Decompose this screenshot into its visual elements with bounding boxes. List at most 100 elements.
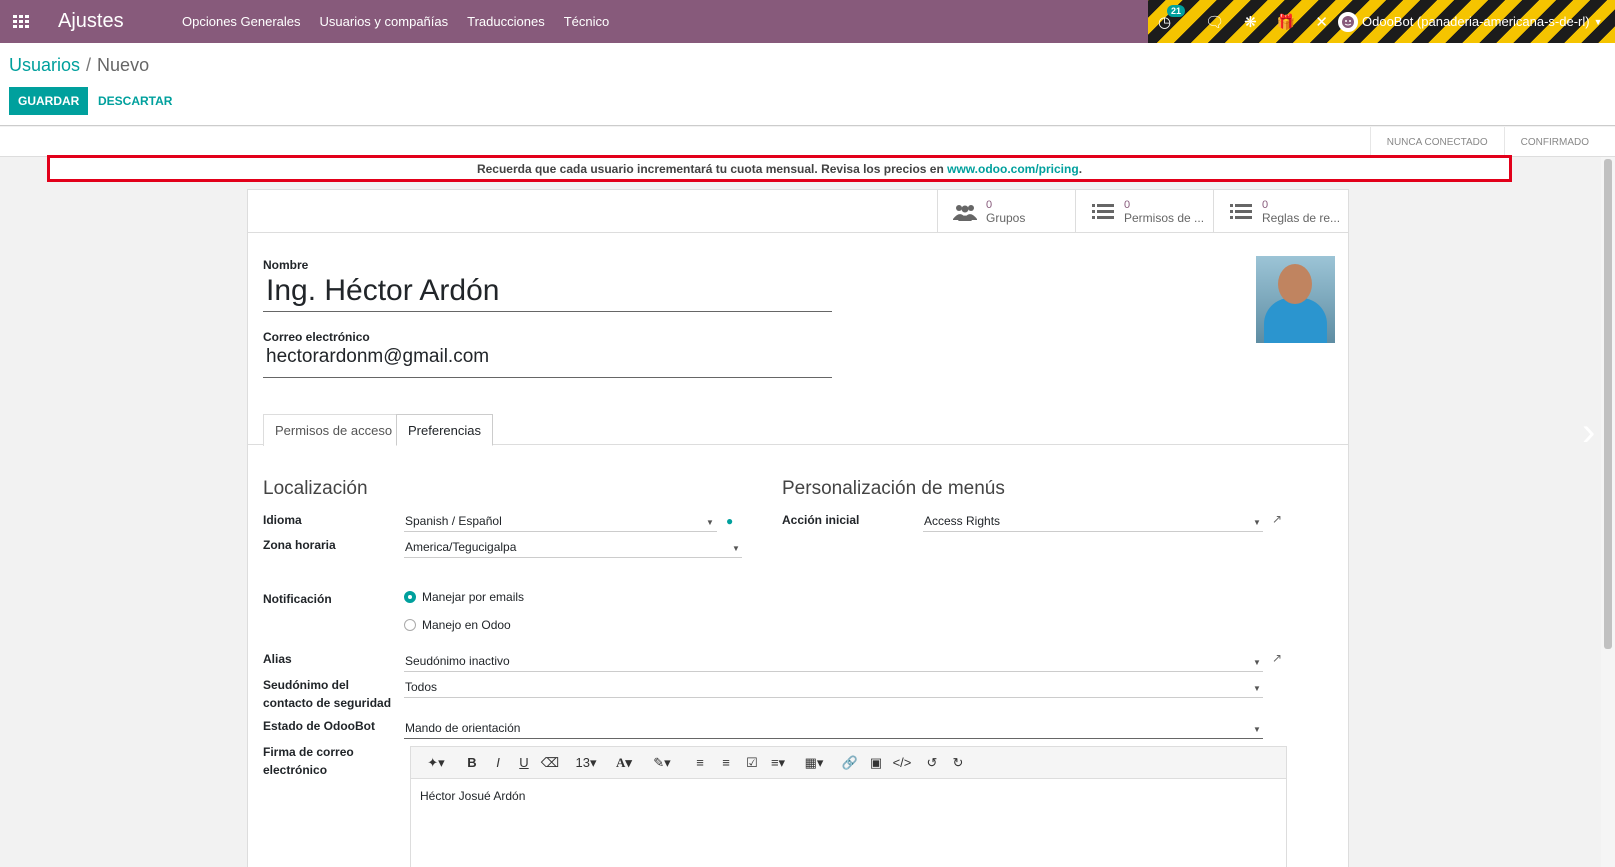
eraser-icon[interactable]: ⌫ (537, 747, 563, 779)
list-icon (1228, 202, 1254, 222)
link-icon[interactable]: 🔗 (837, 747, 863, 779)
systray: ◷ 21 🗨 ❋ 🎁 ✕ (1148, 4, 1338, 31)
groups-label: Grupos (986, 210, 1026, 225)
name-label: Nombre (263, 258, 309, 272)
underline-icon[interactable]: U (511, 747, 537, 779)
magic-wand-icon[interactable]: ✦▾ (423, 747, 449, 779)
radio-checked-icon (404, 591, 416, 603)
menu-traducciones[interactable]: Traducciones (467, 14, 545, 29)
breadcrumb: Usuarios / Nuevo (9, 55, 149, 76)
alias-label: Alias (263, 652, 292, 666)
access-rights-count: 0 (1124, 198, 1131, 211)
notif-email-radio[interactable]: Manejar por emails (404, 590, 524, 604)
localization-title: Localización (263, 478, 368, 499)
groups-count: 0 (986, 198, 993, 211)
page-scrollbar[interactable] (1601, 157, 1615, 867)
alert-text: Recuerda que cada usuario incrementará t… (476, 162, 948, 176)
tab-permisos-acceso[interactable]: Permisos de acceso (263, 414, 405, 446)
app-brand[interactable]: Ajustes (58, 10, 182, 33)
control-panel: Usuarios / Nuevo GUARDAR DESCARTAR (0, 43, 1615, 126)
name-input[interactable]: Ing. Héctor Ardón (263, 274, 832, 312)
tab-preferencias[interactable]: Preferencias (396, 414, 493, 446)
access-rights-label: Permisos de ... (1124, 210, 1205, 225)
odoobot-state-select[interactable]: Mando de orientación (404, 719, 1263, 739)
user-menu[interactable]: OdooBot (panaderia-americana-s-de-rl) ▼ (1338, 11, 1603, 32)
idioma-select[interactable]: Spanish / Español (404, 512, 717, 532)
odoobot-state-label: Estado de OdooBot (263, 719, 375, 733)
table-icon[interactable]: ▦▾ (801, 747, 827, 779)
status-never-connected[interactable]: NUNCA CONECTADO (1369, 127, 1504, 157)
access-rights-stat-button[interactable]: 0 Permisos de ... (1075, 190, 1213, 233)
checklist-icon[interactable]: ☑ (739, 747, 765, 779)
font-size-select[interactable]: 13 ▾ (573, 747, 599, 779)
seudonimo-select[interactable]: Todos (404, 678, 1263, 698)
signature-content[interactable]: Héctor Josué Ardón (411, 779, 1286, 813)
email-label: Correo electrónico (263, 330, 370, 344)
chevron-down-icon: ▼ (706, 518, 714, 527)
chevron-down-icon: ▼ (1253, 684, 1261, 693)
chevron-right-icon[interactable]: › (1582, 410, 1595, 455)
alert-end: . (1078, 162, 1083, 176)
accion-inicial-select[interactable]: Access Rights (923, 512, 1263, 532)
status-confirmed[interactable]: CONFIRMADO (1503, 127, 1605, 157)
italic-icon[interactable]: I (485, 747, 511, 779)
numbered-list-icon[interactable]: ≡ (713, 747, 739, 779)
menu-usuarios-companias[interactable]: Usuarios y compañías (320, 14, 449, 29)
accion-inicial-label: Acción inicial (782, 513, 860, 527)
menu-opciones-generales[interactable]: Opciones Generales (182, 14, 301, 29)
chevron-down-icon: ▼ (732, 544, 740, 553)
save-button[interactable]: GUARDAR (9, 87, 89, 115)
breadcrumb-usuarios[interactable]: Usuarios (9, 55, 80, 75)
redo-icon[interactable]: ↻ (945, 747, 971, 779)
users-icon (952, 202, 978, 222)
groups-stat-button[interactable]: 0 Grupos (937, 190, 1075, 233)
firma-label: Firma de correo electrónico (263, 745, 354, 777)
notebook-tabs: Permisos de acceso Preferencias (248, 414, 1348, 446)
statusbar: NUNCA CONECTADO CONFIRMADO (0, 127, 1615, 157)
gift-icon[interactable]: 🎁 (1277, 13, 1296, 31)
menu-customization-title: Personalización de menús (782, 478, 1005, 499)
font-color-icon[interactable]: A▾ (611, 747, 637, 779)
chat-icon[interactable]: 🗨 (1205, 13, 1224, 31)
notif-email-label: Manejar por emails (422, 590, 525, 604)
bug-icon[interactable]: ❋ (1244, 13, 1257, 31)
signature-editor: ✦▾ B I U ⌫ 13 ▾ A▾ ✎▾ ≡ ≡ ☑ ≡▾ ▦▾ 🔗 ▣ </>… (410, 746, 1287, 867)
radio-unchecked-icon (404, 619, 416, 631)
external-link-icon[interactable]: ↗ (1272, 512, 1282, 526)
activity-clock-icon[interactable]: ◷ 21 (1158, 4, 1186, 31)
status-list: NUNCA CONECTADO CONFIRMADO (1369, 127, 1605, 157)
external-link-icon[interactable]: ↗ (1272, 651, 1282, 665)
brush-icon[interactable]: ✎▾ (649, 747, 675, 779)
seudonimo-label: Seudónimo del contacto de seguridad (263, 678, 392, 710)
debug-mode-stripe: ◷ 21 🗨 ❋ 🎁 ✕ OdooBot (panaderia-americana… (1148, 0, 1615, 43)
user-avatar (1338, 11, 1358, 32)
discard-button[interactable]: DESCARTAR (90, 87, 180, 115)
tools-icon[interactable]: ✕ (1315, 13, 1328, 31)
scrollbar-thumb[interactable] (1604, 159, 1612, 649)
record-rules-count: 0 (1262, 198, 1269, 211)
user-photo[interactable] (1256, 256, 1335, 343)
notif-odoo-radio[interactable]: Manejo en Odoo (404, 618, 511, 632)
chevron-down-icon: ▼ (1253, 518, 1261, 527)
undo-icon[interactable]: ↺ (919, 747, 945, 779)
zona-horaria-select[interactable]: America/Tegucigalpa (404, 538, 742, 558)
top-navbar: Ajustes Opciones Generales Usuarios y co… (0, 0, 1615, 43)
email-input[interactable]: hectorardonm@gmail.com (263, 346, 832, 378)
align-icon[interactable]: ≡▾ (765, 747, 791, 779)
apps-menu-icon[interactable] (0, 0, 42, 43)
code-view-icon[interactable]: </> (889, 747, 915, 779)
chevron-down-icon: ▼ (1593, 16, 1603, 27)
record-rules-stat-button[interactable]: 0 Reglas de re... (1213, 190, 1351, 233)
menu-tecnico[interactable]: Técnico (564, 14, 610, 29)
form-sheet: 0 Grupos 0 Permisos de ... 0 Reglas de r… (247, 189, 1349, 867)
editor-toolbar: ✦▾ B I U ⌫ 13 ▾ A▾ ✎▾ ≡ ≡ ☑ ≡▾ ▦▾ 🔗 ▣ </>… (411, 747, 1286, 779)
image-icon[interactable]: ▣ (863, 747, 889, 779)
bold-icon[interactable]: B (459, 747, 485, 779)
chevron-down-icon: ▼ (1253, 725, 1261, 734)
pricing-link[interactable]: www.odoo.com/pricing (947, 162, 1079, 176)
user-name: OdooBot (panaderia-americana-s-de-rl) (1362, 14, 1590, 29)
globe-icon[interactable]: ● (726, 514, 733, 528)
list-icon (1090, 202, 1116, 222)
alias-select[interactable]: Seudónimo inactivo (404, 652, 1263, 672)
bullet-list-icon[interactable]: ≡ (687, 747, 713, 779)
